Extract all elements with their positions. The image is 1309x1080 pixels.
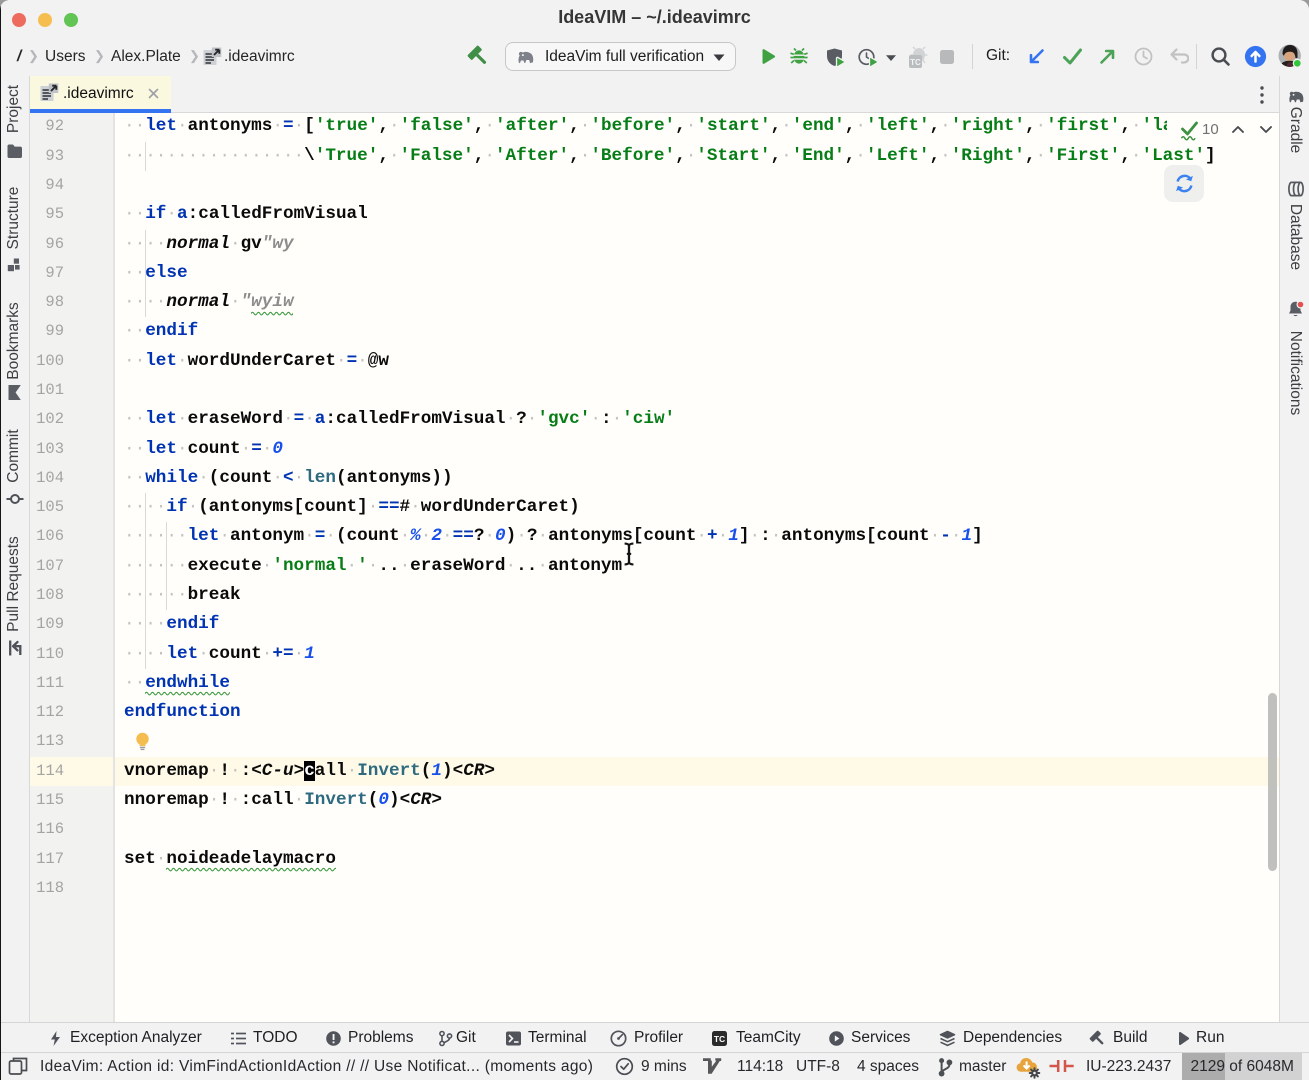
svg-text:TC: TC bbox=[714, 1034, 725, 1044]
svg-text:TC: TC bbox=[910, 58, 921, 67]
